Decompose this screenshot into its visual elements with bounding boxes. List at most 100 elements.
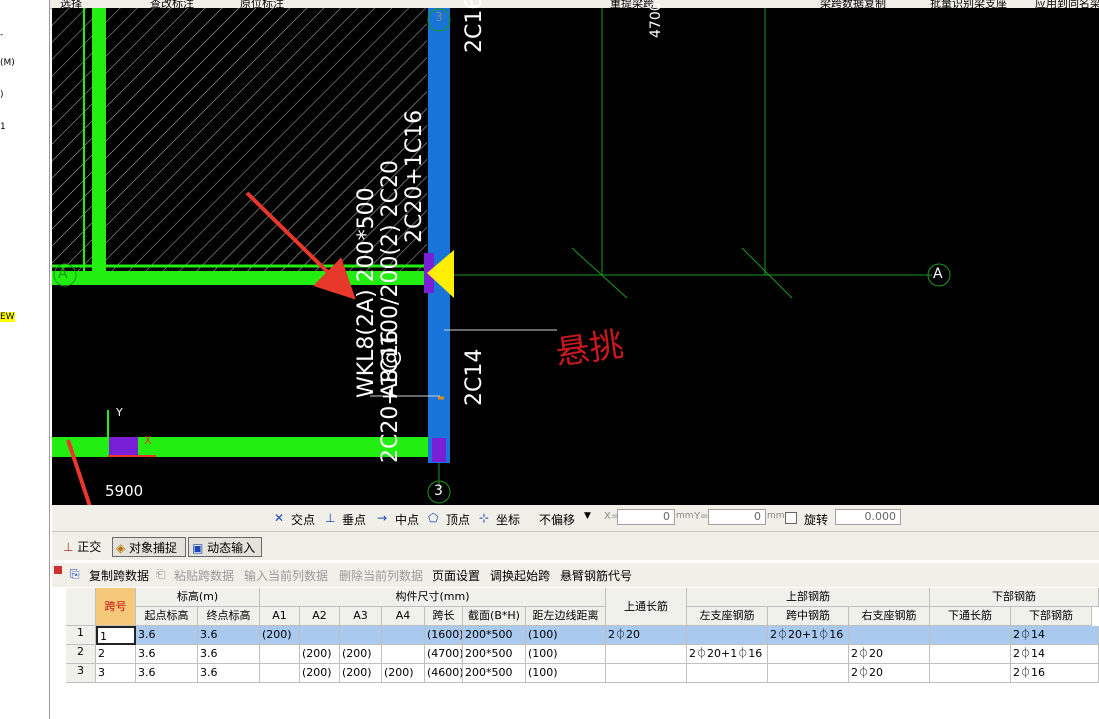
close-icon[interactable] xyxy=(54,566,62,574)
snap-vertex[interactable]: 顶点 xyxy=(446,511,470,528)
header-span-no[interactable]: 跨号 xyxy=(96,588,136,626)
y-input[interactable]: 0 xyxy=(708,509,766,525)
cell-start-elev[interactable]: 3.6 xyxy=(136,626,198,645)
midpoint-icon: → xyxy=(377,511,388,525)
handwritten-note: 悬挑 xyxy=(553,324,627,374)
rotate-input[interactable]: 0.000 xyxy=(835,509,901,525)
cell-top-through[interactable] xyxy=(606,645,687,664)
cell-bottom[interactable]: 2⏀16 xyxy=(1011,664,1099,683)
cell-edge-dist[interactable]: (100) xyxy=(526,626,606,645)
cantilever-code-button[interactable]: 悬臂钢筋代号 xyxy=(560,567,632,584)
cell-span-len[interactable]: (1600) xyxy=(425,626,463,645)
beam-name-label[interactable]: WKL8(2A) 200*500 xyxy=(354,187,379,398)
cell-a2[interactable] xyxy=(300,626,340,645)
cell-bottom-through[interactable] xyxy=(930,664,1011,683)
cell-a1[interactable] xyxy=(260,645,300,664)
rotate-checkbox[interactable] xyxy=(785,512,797,524)
cell-span[interactable]: 1 xyxy=(96,626,136,645)
cell-edge-dist[interactable]: (100) xyxy=(526,645,606,664)
copy-span-button[interactable]: 复制跨数据 xyxy=(89,567,149,584)
snap-intersection[interactable]: 交点 xyxy=(291,511,315,528)
chevron-down-icon[interactable]: ▼ xyxy=(584,511,591,521)
drawing-canvas[interactable]: A A 3 3 5900 4700 Y X WKL8(2A) 200*500 A… xyxy=(52,0,1099,505)
axis-3-top-label: 3 xyxy=(435,10,443,24)
cell-span-len[interactable]: (4700) xyxy=(425,645,463,664)
swap-start-button[interactable]: 调换起始跨 xyxy=(490,567,550,584)
cell-a3[interactable] xyxy=(340,626,382,645)
cell-bottom-through[interactable] xyxy=(930,645,1011,664)
cell-a1[interactable] xyxy=(260,664,300,683)
column-3[interactable] xyxy=(428,8,450,463)
cell-span[interactable]: 2 xyxy=(96,645,136,664)
cell-start-elev[interactable]: 3.6 xyxy=(136,664,198,683)
dimension-5900: 5900 xyxy=(105,482,144,500)
row-index[interactable]: 3 xyxy=(66,664,96,683)
x-input[interactable]: 0 xyxy=(617,509,675,525)
header-left-support: 左支座钢筋 xyxy=(687,607,768,626)
cell-mid-span[interactable]: 2⏀20+1⏀16 xyxy=(768,626,849,645)
cell-end-elev[interactable]: 3.6 xyxy=(198,664,260,683)
header-size: 构件尺寸(mm) xyxy=(260,588,606,607)
cell-section[interactable]: 200*500 xyxy=(463,626,526,645)
cell-span-len[interactable]: (4600) xyxy=(425,664,463,683)
snap-toggle[interactable]: ◈ 对象捕捉 xyxy=(112,537,186,557)
cell-mid-span[interactable] xyxy=(768,664,849,683)
delete-column-button[interactable]: 删除当前列数据 xyxy=(339,567,423,584)
cell-mid-span[interactable] xyxy=(768,645,849,664)
cell-a2[interactable]: (200) xyxy=(300,664,340,683)
cell-a1[interactable]: (200) xyxy=(260,626,300,645)
cell-a4[interactable]: (200) xyxy=(382,664,425,683)
tick-mark xyxy=(741,247,793,299)
offset-select[interactable]: 不偏移 xyxy=(539,511,575,528)
x-unit: mm xyxy=(676,511,694,521)
beam-left[interactable] xyxy=(92,8,106,271)
cell-end-elev[interactable]: 3.6 xyxy=(198,626,260,645)
ortho-icon: ⊥ xyxy=(63,540,78,554)
top-rebar-label[interactable]: 2C20+1C16 xyxy=(402,110,427,243)
cell-right-support[interactable]: 2⏀20 xyxy=(849,664,930,683)
bottom-rebar-label[interactable]: 2C20+1C16 xyxy=(378,330,403,463)
row-index[interactable]: 2 xyxy=(66,645,96,664)
cell-right-support[interactable]: 2⏀20 xyxy=(849,645,930,664)
table-toolbar: ⎘ 复制跨数据 ⎗ 粘贴跨数据 输入当前列数据 删除当前列数据 页面设置 调换起… xyxy=(52,563,1099,587)
right-top-rebar-label[interactable]: 2C16 xyxy=(462,0,487,53)
cell-bottom[interactable]: 2⏀14 xyxy=(1011,626,1099,645)
cell-a3[interactable]: (200) xyxy=(340,645,382,664)
left-label: ) xyxy=(0,90,4,100)
cad-drawing[interactable] xyxy=(52,8,1099,505)
snap-coordinate[interactable]: 坐标 xyxy=(496,511,520,528)
paste-span-button[interactable]: 粘贴跨数据 xyxy=(174,567,234,584)
snap-midpoint[interactable]: 中点 xyxy=(395,511,419,528)
cell-a3[interactable]: (200) xyxy=(340,664,382,683)
cell-section[interactable]: 200*500 xyxy=(463,645,526,664)
axis-a-left-label: A xyxy=(58,266,68,282)
cell-a4[interactable] xyxy=(382,645,425,664)
ucs-marker xyxy=(108,437,138,457)
page-setup-button[interactable]: 页面设置 xyxy=(432,567,480,584)
cell-left-support[interactable] xyxy=(687,626,768,645)
header-top-through: 上通长筋 xyxy=(606,588,687,626)
vertex-icon: ⬠ xyxy=(428,511,439,525)
cell-section[interactable]: 200*500 xyxy=(463,664,526,683)
row-index[interactable]: 1 xyxy=(66,626,96,645)
header-edge-dist: 距左边线距离 xyxy=(526,607,606,626)
snap-perpendicular[interactable]: 垂点 xyxy=(342,511,366,528)
cell-end-elev[interactable]: 3.6 xyxy=(198,645,260,664)
perpendicular-icon: ⊥ xyxy=(325,511,336,525)
cell-a4[interactable] xyxy=(382,626,425,645)
cell-left-support[interactable]: 2⏀20+1⏀16 xyxy=(687,645,768,664)
cell-span[interactable]: 3 xyxy=(96,664,136,683)
cell-start-elev[interactable]: 3.6 xyxy=(136,645,198,664)
cell-bottom-through[interactable] xyxy=(930,626,1011,645)
cell-a2[interactable]: (200) xyxy=(300,645,340,664)
cell-right-support[interactable] xyxy=(849,626,930,645)
ortho-toggle[interactable]: ⊥ 正交 xyxy=(60,537,112,557)
right-bottom-rebar-label[interactable]: 2C14 xyxy=(462,349,487,406)
cell-bottom[interactable]: 2⏀14 xyxy=(1011,645,1099,664)
dynamic-input-toggle[interactable]: ▣ 动态输入 xyxy=(188,537,262,557)
cell-edge-dist[interactable]: (100) xyxy=(526,664,606,683)
cell-left-support[interactable] xyxy=(687,664,768,683)
cell-top-through[interactable] xyxy=(606,664,687,683)
cell-top-through[interactable]: 2⏀20 xyxy=(606,626,687,645)
input-column-button[interactable]: 输入当前列数据 xyxy=(244,567,328,584)
